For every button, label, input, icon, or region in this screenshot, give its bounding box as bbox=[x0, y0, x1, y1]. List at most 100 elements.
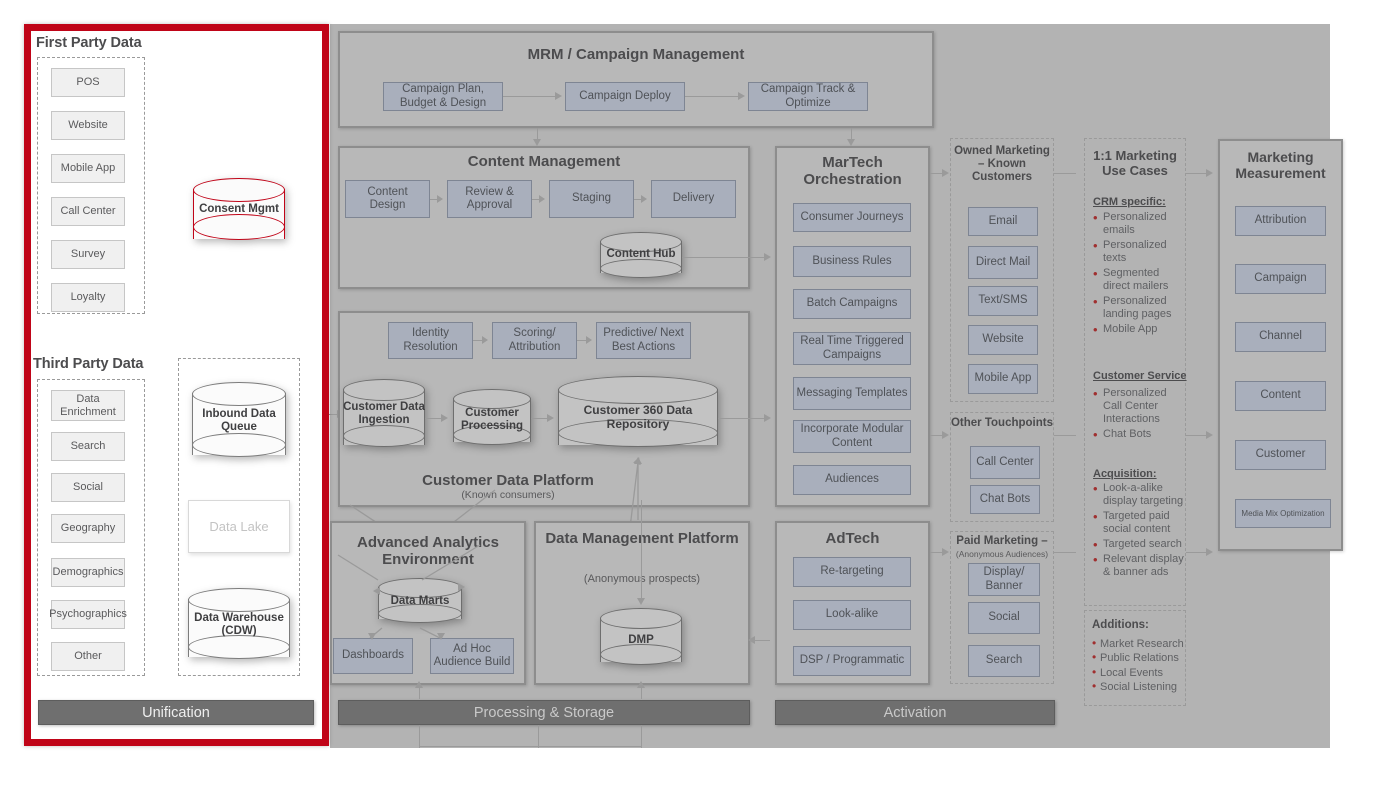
owned-mobile-app[interactable]: Mobile App bbox=[968, 364, 1038, 394]
measurement-campaign[interactable]: Campaign bbox=[1235, 264, 1326, 294]
owned-email[interactable]: Email bbox=[968, 207, 1038, 236]
cdp-arrow-2 bbox=[586, 336, 592, 344]
content-step-design[interactable]: Content Design bbox=[345, 180, 430, 218]
martech-title: MarTech Orchestration bbox=[803, 154, 902, 188]
inbound-data-queue-label: Inbound Data Queue bbox=[202, 408, 276, 434]
cdp-scoring-attribution[interactable]: Scoring/ Attribution bbox=[492, 322, 577, 359]
paid-marketing-subtitle: (Anonymous Audiences) bbox=[955, 549, 1049, 559]
content-step-review[interactable]: Review & Approval bbox=[447, 180, 532, 218]
use-case-item: Mobile App bbox=[1092, 322, 1186, 337]
c360-to-martech bbox=[718, 418, 768, 420]
dmp-feed-line bbox=[641, 500, 643, 600]
paid-out bbox=[1054, 552, 1076, 554]
touchpoint-chat-bots[interactable]: Chat Bots bbox=[970, 485, 1040, 514]
martech-batch-campaigns[interactable]: Batch Campaigns bbox=[793, 289, 911, 319]
data-warehouse-store[interactable]: Data Warehouse (CDW) bbox=[188, 588, 290, 670]
measurement-customer[interactable]: Customer bbox=[1235, 440, 1326, 470]
adtech-out-arrow bbox=[942, 548, 949, 556]
inbound-data-queue-store[interactable]: Inbound Data Queue bbox=[192, 382, 286, 468]
source-survey[interactable]: Survey bbox=[51, 240, 125, 269]
band-unification: Unification bbox=[38, 700, 314, 725]
measurement-channel[interactable]: Channel bbox=[1235, 322, 1326, 352]
owned-direct-mail[interactable]: Direct Mail bbox=[968, 246, 1038, 279]
source-data-enrichment[interactable]: Data Enrichment bbox=[51, 390, 125, 421]
martech-realtime-campaigns[interactable]: Real Time Triggered Campaigns bbox=[793, 332, 911, 365]
martech-consumer-journeys[interactable]: Consumer Journeys bbox=[793, 203, 911, 232]
source-social[interactable]: Social bbox=[51, 473, 125, 502]
mrm-step-plan[interactable]: Campaign Plan, Budget & Design bbox=[383, 82, 503, 111]
addition-item: Market Research bbox=[1092, 636, 1188, 652]
additions-heading: Additions: bbox=[1092, 619, 1149, 631]
cdp-identity-resolution[interactable]: Identity Resolution bbox=[388, 322, 473, 359]
content-step-delivery[interactable]: Delivery bbox=[651, 180, 736, 218]
use-case-item: Personalized landing pages bbox=[1092, 294, 1186, 321]
first-party-heading: First Party Data bbox=[36, 35, 142, 51]
diagram-canvas: First Party Data POS Website Mobile App … bbox=[0, 0, 1386, 788]
cdp-arrow-1 bbox=[482, 336, 488, 344]
source-mobile-app[interactable]: Mobile App bbox=[51, 154, 125, 183]
analytics-title: Advanced Analytics Environment bbox=[357, 534, 499, 568]
addition-item: Public Relations bbox=[1092, 650, 1188, 666]
use-case-item: Personalized emails bbox=[1092, 210, 1186, 237]
band-up-dmp-arrow bbox=[637, 681, 645, 688]
adtech-retargeting[interactable]: Re-targeting bbox=[793, 557, 911, 587]
use-cases-crm-heading: CRM specific: bbox=[1093, 196, 1166, 208]
paid-search[interactable]: Search bbox=[968, 645, 1040, 677]
content-hub-store[interactable]: Content Hub bbox=[600, 232, 682, 282]
adtech-dsp-programmatic[interactable]: DSP / Programmatic bbox=[793, 646, 911, 676]
source-loyalty[interactable]: Loyalty bbox=[51, 283, 125, 312]
uc-out-mid-arrow bbox=[1206, 431, 1213, 439]
measurement-content[interactable]: Content bbox=[1235, 381, 1326, 411]
mrm-title: MRM / Campaign Management bbox=[527, 46, 745, 63]
analytics-arrow-dash bbox=[368, 633, 376, 640]
data-lake-store[interactable]: Data Lake bbox=[188, 500, 290, 553]
band-activation: Activation bbox=[775, 700, 1055, 725]
source-search[interactable]: Search bbox=[51, 432, 125, 461]
content-management-title: Content Management bbox=[467, 153, 621, 170]
adtech-title: AdTech bbox=[825, 530, 880, 547]
source-geography[interactable]: Geography bbox=[51, 514, 125, 543]
use-cases-title: 1:1 Marketing Use Cases bbox=[1093, 148, 1177, 178]
martech-modular-content[interactable]: Incorporate Modular Content bbox=[793, 420, 911, 453]
touchpoint-call-center[interactable]: Call Center bbox=[970, 446, 1040, 479]
consent-mgmt-label: Consent Mgmt bbox=[199, 203, 279, 215]
addition-item: Local Events bbox=[1092, 665, 1188, 681]
content-step-staging[interactable]: Staging bbox=[549, 180, 634, 218]
analytics-arrow-out bbox=[458, 583, 465, 591]
martech-audiences[interactable]: Audiences bbox=[793, 465, 911, 495]
dmp-store[interactable]: DMP bbox=[600, 608, 682, 672]
measurement-attribution[interactable]: Attribution bbox=[1235, 206, 1326, 236]
martech-business-rules[interactable]: Business Rules bbox=[793, 246, 911, 277]
martech-out-top-arrow bbox=[942, 169, 949, 177]
paid-social[interactable]: Social bbox=[968, 602, 1040, 634]
use-case-item: Segmented direct mailers bbox=[1092, 266, 1186, 293]
content-arrow-1 bbox=[437, 195, 443, 203]
source-website[interactable]: Website bbox=[51, 111, 125, 140]
mrm-step-track[interactable]: Campaign Track & Optimize bbox=[748, 82, 868, 111]
consent-mgmt-store[interactable]: Consent Mgmt bbox=[193, 178, 285, 250]
dmp-adtech-arrow bbox=[748, 636, 755, 644]
owned-website[interactable]: Website bbox=[968, 325, 1038, 355]
arrow-feed-c360-b bbox=[634, 457, 642, 464]
paid-display-banner[interactable]: Display/ Banner bbox=[968, 563, 1040, 596]
cdp-store-arrow-1 bbox=[441, 414, 448, 422]
mrm-arrow-down-martech bbox=[847, 139, 855, 146]
mrm-conn-1 bbox=[503, 96, 557, 98]
martech-messaging-templates[interactable]: Messaging Templates bbox=[793, 377, 911, 410]
use-cases-crm-list: Personalized emails Personalized texts S… bbox=[1092, 210, 1186, 338]
source-pos[interactable]: POS bbox=[51, 68, 125, 97]
owned-text-sms[interactable]: Text/SMS bbox=[968, 286, 1038, 316]
source-other[interactable]: Other bbox=[51, 642, 125, 671]
cdp-predictive-next-best[interactable]: Predictive/ Next Best Actions bbox=[596, 322, 691, 359]
source-call-center[interactable]: Call Center bbox=[51, 197, 125, 226]
addition-item: Social Listening bbox=[1092, 679, 1188, 695]
use-cases-acquisition-list: Look-a-alike display targeting Targeted … bbox=[1092, 481, 1187, 581]
mrm-step-deploy[interactable]: Campaign Deploy bbox=[565, 82, 685, 111]
source-demographics[interactable]: Demographics bbox=[51, 558, 125, 587]
uc-out-bot-arrow bbox=[1206, 548, 1213, 556]
source-psychographics[interactable]: Psychographics bbox=[49, 600, 127, 629]
content-hub-label: Content Hub bbox=[606, 248, 676, 260]
measurement-media-mix[interactable]: Media Mix Optimization bbox=[1235, 499, 1331, 528]
adtech-look-alike[interactable]: Look-alike bbox=[793, 600, 911, 630]
use-cases-service-heading: Customer Service bbox=[1093, 370, 1187, 382]
